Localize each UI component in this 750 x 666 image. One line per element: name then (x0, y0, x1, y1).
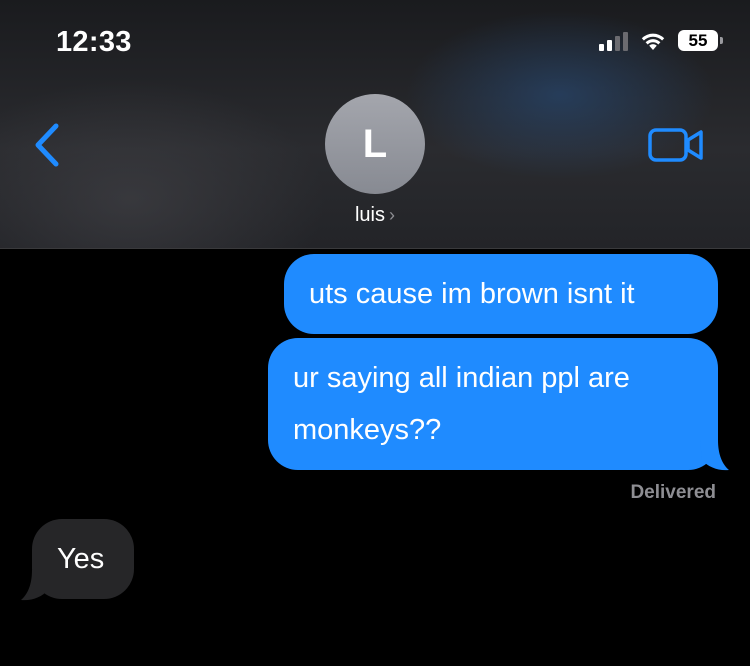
contact-name-button[interactable]: luis › (0, 204, 750, 227)
status-indicators: 55 (599, 30, 723, 51)
battery-icon: 55 (678, 30, 723, 51)
wifi-icon (641, 33, 665, 50)
message-text: uts cause im brown isnt it (309, 278, 635, 310)
outgoing-message-bubble[interactable]: ur saying all indian ppl are monkeys?? (268, 338, 718, 470)
message-text: ur saying all indian ppl are monkeys?? (293, 362, 630, 446)
battery-level: 55 (688, 30, 708, 50)
contact-name: luis (354, 204, 385, 226)
back-chevron-icon[interactable] (30, 120, 64, 170)
video-camera-icon[interactable] (648, 126, 704, 164)
contact-avatar[interactable]: L (325, 94, 425, 194)
status-time: 12:33 (56, 26, 132, 58)
outgoing-bubble-tail (700, 440, 729, 471)
incoming-bubble-tail (21, 570, 50, 601)
conversation-header: 12:33 55 L luis › (0, 0, 750, 249)
outgoing-message-bubble[interactable]: uts cause im brown isnt it (284, 254, 718, 334)
chevron-right-icon: › (389, 205, 395, 225)
message-text: Yes (57, 543, 105, 575)
cellular-signal-icon (599, 31, 628, 51)
avatar-initial: L (362, 121, 388, 166)
delivery-status: Delivered (630, 482, 716, 503)
